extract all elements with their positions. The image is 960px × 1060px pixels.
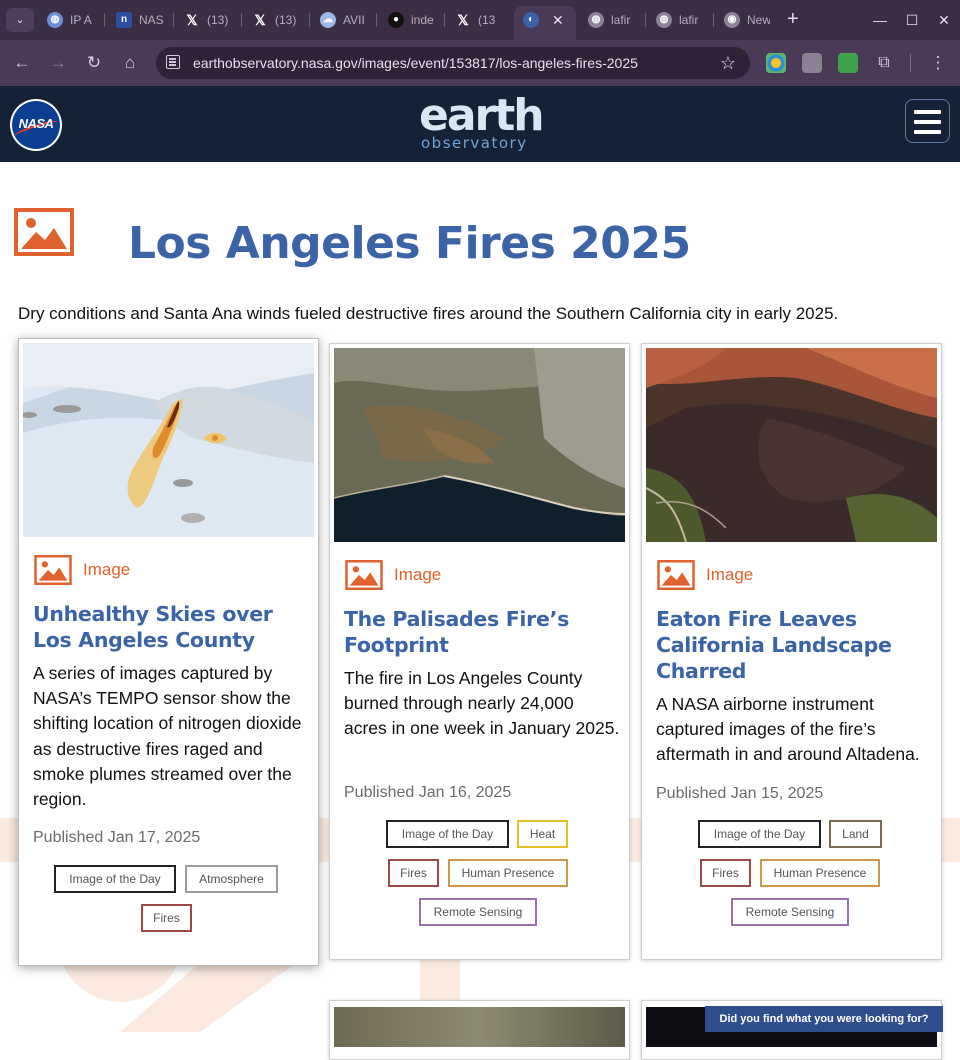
earth-observatory-icon: ◐ xyxy=(523,11,539,28)
article-card[interactable] xyxy=(329,1000,630,1060)
tab-search-button[interactable]: ⌄ xyxy=(6,8,34,32)
puzzle-icon[interactable]: ⧉ xyxy=(872,51,896,75)
page-description: Dry conditions and Santa Ana winds fuele… xyxy=(18,304,839,323)
globe-icon: ◍ xyxy=(656,11,672,28)
article-card[interactable]: Image Eaton Fire Leaves California Lands… xyxy=(641,343,942,960)
forward-icon[interactable]: → xyxy=(46,51,70,75)
card-description: A series of images captured by NASA’s TE… xyxy=(33,663,302,810)
card-title[interactable]: The Palisades Fire’s Footprint xyxy=(344,606,620,658)
content-type-label: Image xyxy=(344,560,441,590)
browser-tab-active[interactable]: ◐ ✕ xyxy=(514,6,576,40)
extension-icon[interactable] xyxy=(766,53,786,73)
back-icon[interactable]: ← xyxy=(10,51,34,75)
feedback-button[interactable]: Did you find what you were looking for? xyxy=(705,1006,943,1032)
home-icon[interactable]: ⌂ xyxy=(118,51,142,75)
browser-tab[interactable]: n NAS xyxy=(116,8,166,32)
earth-observatory-logo[interactable]: earth observatory xyxy=(419,90,545,156)
nasa-icon: n xyxy=(116,11,132,28)
card-date: Published Jan 17, 2025 xyxy=(33,829,201,846)
tag-fires[interactable]: Fires xyxy=(388,859,439,887)
close-window-icon[interactable]: ✕ xyxy=(934,10,954,30)
extension-icon[interactable] xyxy=(838,53,858,73)
image-icon xyxy=(14,208,74,256)
card-title[interactable]: Eaton Fire Leaves California Landscape C… xyxy=(656,606,932,684)
more-menu-icon[interactable]: ⋮ xyxy=(926,51,950,75)
tag-land[interactable]: Land xyxy=(829,820,882,848)
card-description: A NASA airborne instrument captured imag… xyxy=(656,694,920,765)
new-tab-button[interactable]: + xyxy=(787,8,805,32)
card-date: Published Jan 16, 2025 xyxy=(344,784,512,801)
tag-image-of-the-day[interactable]: Image of the Day xyxy=(698,820,821,848)
tag-heat[interactable]: Heat xyxy=(517,820,568,848)
browser-tab[interactable]: ◍ lafir xyxy=(656,8,702,32)
maximize-icon[interactable]: ☐ xyxy=(902,10,922,30)
site-info-icon[interactable] xyxy=(166,55,180,69)
x-icon: 𝕏 xyxy=(254,11,266,28)
image-icon xyxy=(34,555,72,585)
tag-atmosphere[interactable]: Atmosphere xyxy=(185,865,278,893)
tag-image-of-the-day[interactable]: Image of the Day xyxy=(386,820,509,848)
browser-tab[interactable]: ☁ AVII xyxy=(320,8,366,32)
url-text[interactable]: earthobservatory.nasa.gov/images/event/1… xyxy=(193,47,638,79)
browser-tab-bar: ⌄ ◍ IP A n NAS 𝕏 (13) 𝕏 (13) ☁ AVII ● inde 𝕏 (1… xyxy=(0,0,960,40)
card-description: The fire in Los Angeles County burned th… xyxy=(344,668,620,739)
address-bar[interactable]: earthobservatory.nasa.gov/images/event/1… xyxy=(156,47,750,79)
image-icon xyxy=(657,560,695,590)
globe-icon: ◍ xyxy=(588,11,604,28)
tag-remote-sensing[interactable]: Remote Sensing xyxy=(731,898,849,926)
tag-fires[interactable]: Fires xyxy=(700,859,751,887)
tag-human-presence[interactable]: Human Presence xyxy=(448,859,568,887)
browser-tab[interactable]: ● inde xyxy=(388,8,436,32)
chrome-icon: ◉ xyxy=(724,11,740,28)
card-thumbnail-image[interactable] xyxy=(334,348,625,542)
card-thumbnail-image[interactable] xyxy=(334,1007,625,1047)
close-tab-icon[interactable]: ✕ xyxy=(552,6,564,34)
content-type-label: Image xyxy=(656,560,753,590)
tag-fires[interactable]: Fires xyxy=(141,904,192,932)
image-icon xyxy=(345,560,383,590)
card-title[interactable]: Unhealthy Skies over Los Angeles County xyxy=(33,601,309,653)
browser-tab[interactable]: ◍ IP A xyxy=(47,8,99,32)
site-header: NASA earth observatory xyxy=(0,86,960,162)
x-icon: 𝕏 xyxy=(186,11,198,28)
card-thumbnail-image[interactable] xyxy=(646,348,937,542)
extension-icon[interactable] xyxy=(802,53,822,73)
x-icon: 𝕏 xyxy=(457,11,469,28)
bookmark-star-icon[interactable]: ☆ xyxy=(720,47,736,79)
browser-tab[interactable]: 𝕏 (13) xyxy=(184,8,236,32)
tag-image-of-the-day[interactable]: Image of the Day xyxy=(54,865,176,893)
browser-toolbar: ← → ↻ ⌂ earthobservatory.nasa.gov/images… xyxy=(0,40,960,86)
cloud-icon: ☁ xyxy=(320,11,336,28)
tag-remote-sensing[interactable]: Remote Sensing xyxy=(419,898,537,926)
browser-tab[interactable]: ◉ New xyxy=(724,8,770,32)
reload-icon[interactable]: ↻ xyxy=(82,51,106,75)
tag-human-presence[interactable]: Human Presence xyxy=(760,859,880,887)
page-title: Los Angeles Fires 2025 xyxy=(128,218,691,269)
browser-tab[interactable]: ◍ lafir xyxy=(588,8,636,32)
card-date: Published Jan 15, 2025 xyxy=(656,785,824,802)
content-type-label: Image xyxy=(33,555,130,585)
minimize-icon[interactable]: — xyxy=(870,10,890,30)
card-thumbnail-image[interactable] xyxy=(23,343,314,537)
article-card[interactable]: Image Unhealthy Skies over Los Angeles C… xyxy=(18,338,319,966)
article-card[interactable]: Image The Palisades Fire’s Footprint The… xyxy=(329,343,630,960)
browser-tab[interactable]: 𝕏 (13 xyxy=(455,8,505,32)
github-icon: ● xyxy=(388,11,404,28)
browser-tab[interactable]: 𝕏 (13) xyxy=(252,8,304,32)
nasa-logo[interactable]: NASA xyxy=(10,99,62,151)
globe-icon: ◍ xyxy=(47,11,63,28)
menu-button[interactable] xyxy=(905,99,950,143)
